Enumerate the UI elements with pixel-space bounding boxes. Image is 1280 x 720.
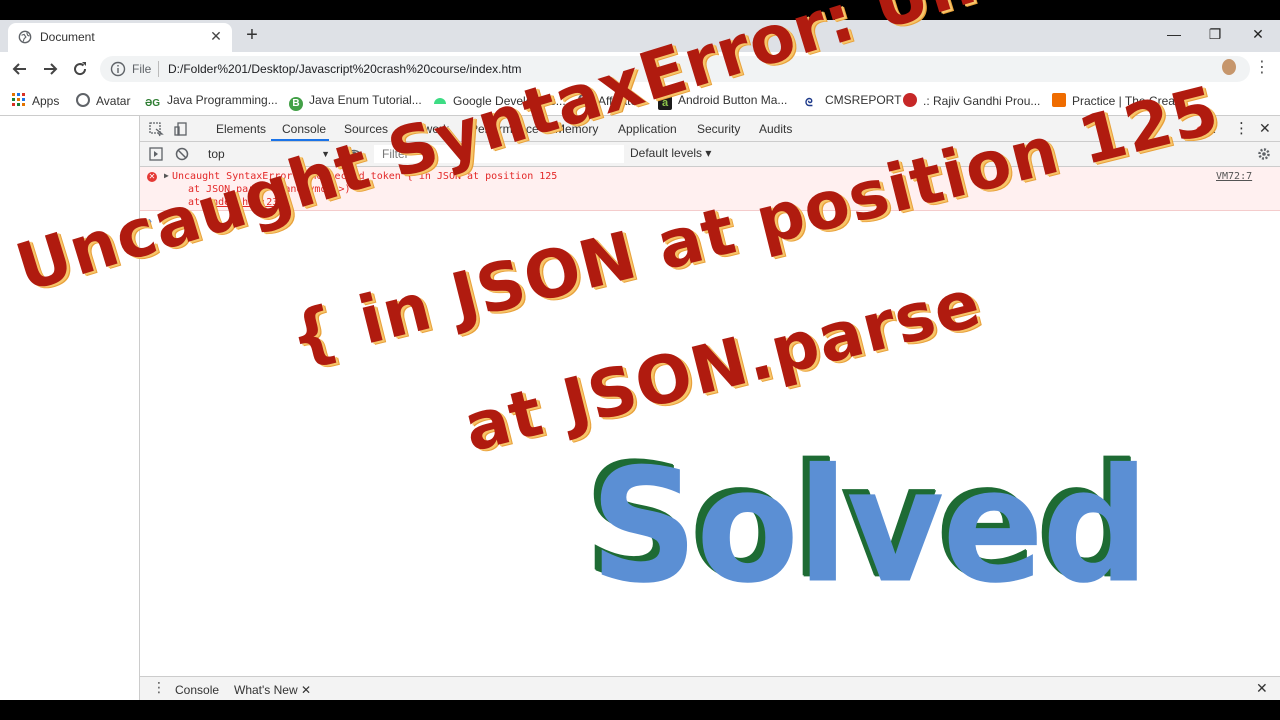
url-scheme: File <box>132 62 152 76</box>
close-drawer-icon[interactable]: ✕ <box>1256 680 1268 697</box>
close-window-button[interactable]: ✕ <box>1246 24 1270 44</box>
globe-icon <box>578 93 592 107</box>
console-prompt[interactable]: › <box>148 214 152 228</box>
tab-strip: Document ✕ + — ❐ ✕ <box>0 20 1280 52</box>
bookmark-label: Avatar <box>96 94 131 108</box>
tab-elements[interactable]: Elements <box>216 122 266 136</box>
drawer-tab-whats-new[interactable]: What's New ✕ <box>234 683 311 697</box>
context-value: top <box>208 147 225 161</box>
info-icon[interactable] <box>110 61 126 77</box>
console-toolbar: top ▼ Filter Default levels ▾ <box>140 142 1280 167</box>
drawer-tab-label: What's New <box>234 683 298 697</box>
tab-document[interactable]: Document ✕ <box>8 23 232 52</box>
profile-avatar[interactable] <box>1222 59 1236 75</box>
minimize-button[interactable]: — <box>1162 24 1186 44</box>
page-viewport <box>0 116 140 700</box>
bookmark-label: Java Enum Tutorial... <box>309 93 422 107</box>
tab-memory[interactable]: Memory <box>555 122 598 136</box>
devtools-drawer: ⋮ Console What's New ✕ ✕ <box>140 676 1280 700</box>
bookmark-rajiv-gandhi[interactable]: .: Rajiv Gandhi Prou... <box>903 93 1040 109</box>
error-line-3: at index.htm:23 <box>188 197 278 208</box>
eye-icon[interactable] <box>346 146 362 162</box>
globe-icon <box>76 93 90 107</box>
stack-prefix: at <box>188 197 207 208</box>
clear-console-icon[interactable] <box>174 146 190 162</box>
bookmark-avatar[interactable]: Avatar <box>76 93 130 109</box>
bookmark-label: .: Rajiv Gandhi Prou... <box>923 94 1041 108</box>
close-devtools-icon[interactable]: ✕ <box>1259 120 1271 137</box>
url-text[interactable]: D:/Folder%201/Desktop/Javascript%20crash… <box>168 62 522 76</box>
cms-icon: ᘓ <box>805 97 819 111</box>
new-tab-button[interactable]: + <box>242 25 262 45</box>
bookmark-google-developers[interactable]: Google Developers... <box>433 93 566 109</box>
log-levels-dropdown[interactable]: Default levels ▾ <box>630 146 711 160</box>
bookmark-cmsreport[interactable]: ᘓ CMSREPORT <box>805 93 902 111</box>
bookmark-label: Android Button Ma... <box>678 93 788 107</box>
bookmark-label: Google Developers... <box>453 94 566 108</box>
error-count-badge[interactable]: ✕ 1 <box>1196 122 1216 136</box>
tab-console[interactable]: Console <box>282 122 326 136</box>
gfg-icon: ƏG <box>145 98 161 112</box>
browser-window: Document ✕ + — ❐ ✕ File D:/Folder%201/De… <box>0 20 1280 700</box>
practice-icon <box>1052 93 1066 107</box>
inspect-element-icon[interactable] <box>148 121 164 137</box>
error-icon: ✕ <box>1196 126 1206 136</box>
bookmark-affiliates[interactable]: Affiliates <box>578 93 643 109</box>
source-link[interactable]: VM72:7 <box>1216 171 1252 182</box>
tab-network[interactable]: Network <box>405 122 449 136</box>
error-line-1: Uncaught SyntaxError: Unexpected token {… <box>172 171 558 182</box>
expand-triangle-icon[interactable]: ▶ <box>164 171 169 180</box>
context-selector[interactable]: top ▼ <box>200 145 334 163</box>
bookmark-label: Practice | The Crea... <box>1072 94 1185 108</box>
device-toolbar-icon[interactable] <box>173 121 189 137</box>
browser-menu-icon[interactable]: ⋮ <box>1254 58 1270 78</box>
drawer-menu-icon[interactable]: ⋮ <box>152 679 166 696</box>
sidebar-toggle-icon[interactable] <box>148 146 164 162</box>
bookmark-java-enum[interactable]: B Java Enum Tutorial... <box>289 93 422 111</box>
bookmark-label: Affiliates <box>598 94 644 108</box>
browser-toolbar: File D:/Folder%201/Desktop/Javascript%20… <box>0 52 1280 86</box>
stack-link[interactable]: index.htm:23 <box>206 197 278 208</box>
error-line-2: at JSON.parse (<anonymous>) <box>188 184 351 195</box>
close-icon[interactable]: ✕ <box>301 683 311 697</box>
tab-title: Document <box>40 30 95 44</box>
emblem-icon <box>903 93 917 107</box>
bookmark-label: Java Programming... <box>167 93 278 107</box>
drawer-tab-console[interactable]: Console <box>175 683 219 697</box>
reload-icon[interactable] <box>70 59 90 79</box>
bookmark-java-programming[interactable]: ƏG Java Programming... <box>145 93 278 112</box>
forward-arrow-icon[interactable] <box>40 59 60 79</box>
close-tab-icon[interactable]: ✕ <box>208 28 224 44</box>
tab-sources[interactable]: Sources <box>344 122 388 136</box>
b-logo-icon: B <box>289 97 303 111</box>
tab-security[interactable]: Security <box>697 122 740 136</box>
gear-icon[interactable] <box>1256 146 1272 162</box>
filter-input[interactable]: Filter <box>374 145 624 163</box>
address-bar[interactable]: File D:/Folder%201/Desktop/Javascript%20… <box>100 56 1250 82</box>
error-count: 1 <box>1209 122 1216 136</box>
bookmark-android-button[interactable]: a Android Button Ma... <box>658 93 788 110</box>
bookmark-label: CMSREPORT <box>825 93 902 107</box>
globe-icon <box>18 30 32 44</box>
android-icon <box>434 98 446 104</box>
back-arrow-icon[interactable] <box>10 59 30 79</box>
url-separator <box>158 61 159 77</box>
devtools-panel: Elements Console Sources Network Perform… <box>140 116 1280 700</box>
dropdown-arrow-icon: ▼ <box>321 149 330 159</box>
bookmark-label: Apps <box>32 94 60 108</box>
devtools-tabbar: Elements Console Sources Network Perform… <box>140 116 1280 142</box>
a-logo-icon: a <box>658 96 672 110</box>
bookmark-practice[interactable]: Practice | The Crea... <box>1052 93 1185 109</box>
console-error-message[interactable]: ✕ ▶ Uncaught SyntaxError: Unexpected tok… <box>140 167 1280 211</box>
apps-grid-icon <box>12 93 25 106</box>
bookmarks-bar: Apps Avatar ƏG Java Programming... B Java … <box>0 86 1280 116</box>
tab-performance[interactable]: Performance <box>470 122 539 136</box>
tab-audits[interactable]: Audits <box>759 122 792 136</box>
restore-button[interactable]: ❐ <box>1203 24 1227 44</box>
bookmark-apps[interactable]: Apps <box>12 93 59 109</box>
devtools-menu-icon[interactable]: ⋮ <box>1234 119 1249 137</box>
active-tab-indicator <box>271 139 329 141</box>
tab-application[interactable]: Application <box>618 122 677 136</box>
error-icon: ✕ <box>147 172 157 182</box>
